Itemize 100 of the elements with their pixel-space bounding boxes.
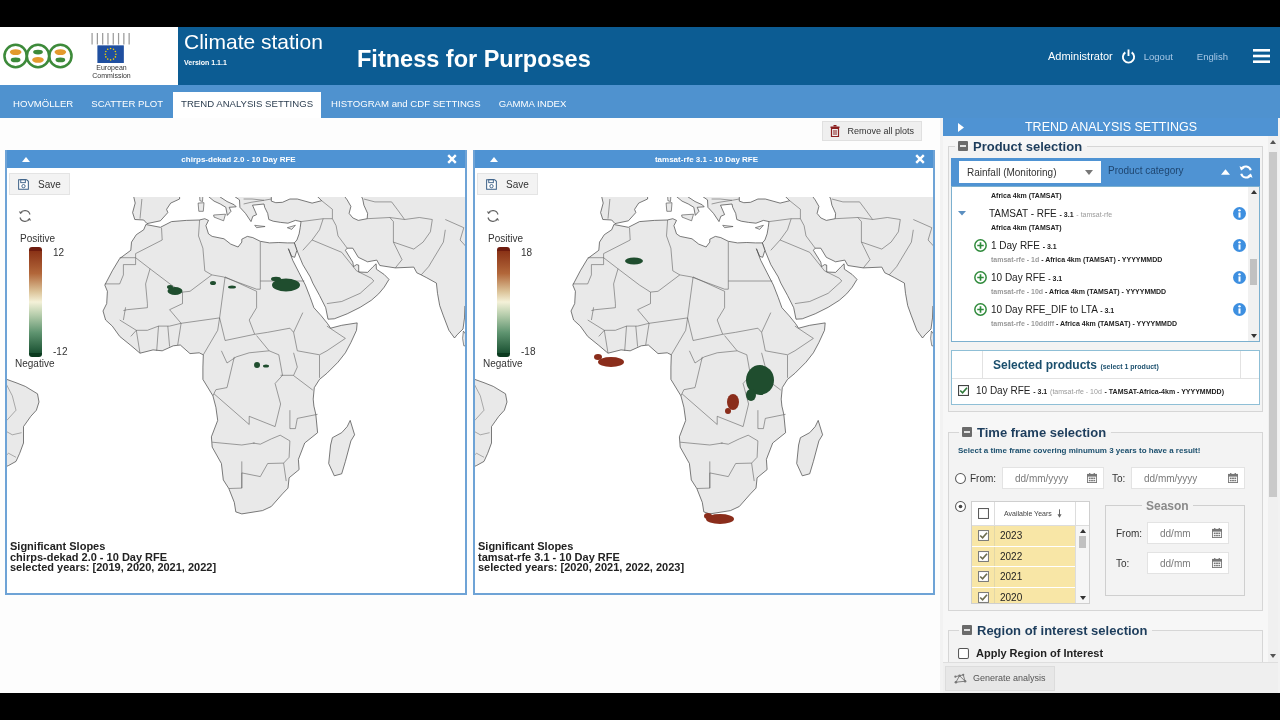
legend-label: Negative (15, 358, 55, 370)
category-select[interactable]: Rainfall (Monitoring) (959, 161, 1101, 183)
scrollbar[interactable] (1076, 526, 1089, 603)
scroll-thumb[interactable] (1269, 152, 1277, 497)
app-title: Climate station (184, 29, 324, 54)
arrow-up-icon[interactable] (1079, 529, 1086, 533)
generate-button[interactable]: Generate analysis (945, 665, 1055, 691)
hint-text: Select a time frame covering minumum 3 years to have a result! (958, 446, 1202, 456)
checkbox[interactable] (977, 550, 989, 562)
arrow-down-icon[interactable] (1270, 654, 1276, 658)
close-icon[interactable] (447, 154, 457, 164)
collapse-icon[interactable] (958, 141, 968, 151)
date-field[interactable]: dd/mm/yyyy (1002, 467, 1104, 489)
nodes-icon (954, 672, 967, 684)
trash-icon (830, 125, 841, 137)
plot-title: tamsat-rfe 3.1 - 10 Day RFE (653, 154, 760, 164)
collapse-icon[interactable] (962, 625, 972, 635)
scroll-thumb[interactable] (1079, 536, 1086, 548)
field-label: From: (970, 472, 998, 484)
radio-button[interactable] (955, 472, 966, 484)
power-icon[interactable] (1120, 48, 1136, 64)
section-title: Product selection (973, 138, 1083, 154)
logout-link[interactable]: Logout (1143, 50, 1173, 62)
caption-line: Significant Slopes (478, 541, 574, 552)
arrow-down-icon[interactable] (1079, 596, 1086, 600)
caption-line: Significant Slopes (10, 541, 106, 552)
checkbox[interactable] (958, 647, 969, 659)
refresh-icon[interactable] (18, 209, 32, 223)
date-field[interactable]: dd/mm (1147, 522, 1229, 544)
settings-title: TREND ANALYSIS SETTINGS (1024, 120, 1198, 134)
checkbox-label: Apply Region of Interest (976, 647, 1104, 659)
remove-plots-button[interactable]: Remove all plots (822, 121, 922, 141)
plot-title: chirps-dekad 2.0 - 10 Day RFE (180, 154, 297, 164)
caption-line: tamsat-rfe 3.1 - 10 Day RFE (478, 551, 620, 563)
year-label: 2022 (1000, 550, 1023, 562)
caret-down-icon (1085, 169, 1093, 175)
calendar-icon[interactable] (1212, 558, 1222, 568)
calendar-icon[interactable] (1228, 473, 1238, 483)
menu-icon[interactable] (1253, 49, 1270, 63)
section-title: Region of interest selection (977, 622, 1148, 638)
caret-down-icon[interactable] (958, 209, 966, 217)
calendar-icon[interactable] (1212, 528, 1222, 538)
refresh-icon[interactable] (486, 209, 500, 223)
checkbox[interactable] (977, 591, 989, 603)
scale-max-label: 12 (53, 247, 66, 258)
arrow-up-icon[interactable] (1250, 190, 1257, 194)
season-title: Season (1146, 499, 1189, 513)
info-icon[interactable] (1233, 206, 1246, 220)
legend-label: Positive (488, 233, 523, 245)
legend-label: Negative (483, 358, 523, 370)
tab[interactable]: TREND ANALYSIS SETTINGS (173, 92, 322, 118)
checkbox[interactable] (958, 384, 969, 396)
scroll-thumb[interactable] (1250, 259, 1257, 285)
date-field[interactable]: dd/mm (1147, 552, 1229, 574)
caret-up-icon[interactable] (1221, 169, 1230, 175)
radio-button[interactable] (955, 501, 966, 512)
info-icon[interactable] (1233, 238, 1246, 252)
caption-line: chirps-dekad 2.0 - 10 Day RFE (10, 551, 168, 563)
date-field[interactable]: dd/mm/yyyy (1131, 467, 1245, 489)
sort-arrow-icon[interactable] (1056, 509, 1062, 518)
checkbox[interactable] (977, 530, 989, 542)
collapse-icon[interactable] (962, 427, 972, 437)
year-row[interactable]: 2022 (972, 546, 1075, 567)
add-icon[interactable] (974, 270, 987, 284)
calendar-icon[interactable] (1087, 473, 1097, 483)
caret-up-icon[interactable] (22, 156, 30, 162)
caret-up-icon[interactable] (490, 156, 498, 162)
year-row[interactable]: 2021 (972, 567, 1075, 588)
field-label: To: (1112, 472, 1127, 484)
field-label: From: (1116, 527, 1144, 539)
add-icon[interactable] (974, 302, 987, 316)
caption-line: selected years: [2020, 2021, 2022, 2023] (478, 562, 685, 573)
year-label: 2020 (1000, 591, 1023, 603)
checkbox[interactable] (977, 571, 989, 583)
legend-label: Positive (20, 233, 55, 245)
close-icon[interactable] (915, 154, 925, 164)
section-title: Time frame selection (977, 424, 1107, 440)
arrow-down-icon[interactable] (1250, 334, 1257, 338)
scrollbar[interactable] (1248, 187, 1259, 341)
add-icon[interactable] (974, 238, 987, 252)
expand-icon[interactable] (958, 122, 964, 132)
user-name: Administrator (1047, 50, 1113, 62)
checkbox[interactable] (977, 508, 989, 519)
arrow-up-icon[interactable] (1270, 140, 1276, 144)
year-row[interactable]: 2023 (972, 526, 1075, 547)
category-label: Product category (1108, 165, 1184, 176)
info-icon[interactable] (1233, 302, 1246, 316)
scale-min-label: -12 (53, 346, 68, 357)
save-button[interactable]: Save (9, 173, 70, 195)
scale-max-label: 18 (521, 247, 534, 258)
save-button[interactable]: Save (477, 173, 538, 195)
refresh-icon[interactable] (1239, 165, 1253, 179)
info-icon[interactable] (1233, 270, 1246, 284)
year-label: 2021 (1000, 571, 1023, 583)
scrollbar[interactable] (1268, 136, 1278, 662)
scale-min-label: -18 (521, 346, 536, 357)
field-label: To: (1116, 557, 1131, 569)
page-title: Fitness for Purposes (357, 45, 591, 73)
caption-line: selected years: [2019, 2020, 2021, 2022] (10, 562, 217, 573)
language-link[interactable]: English (1196, 50, 1228, 62)
